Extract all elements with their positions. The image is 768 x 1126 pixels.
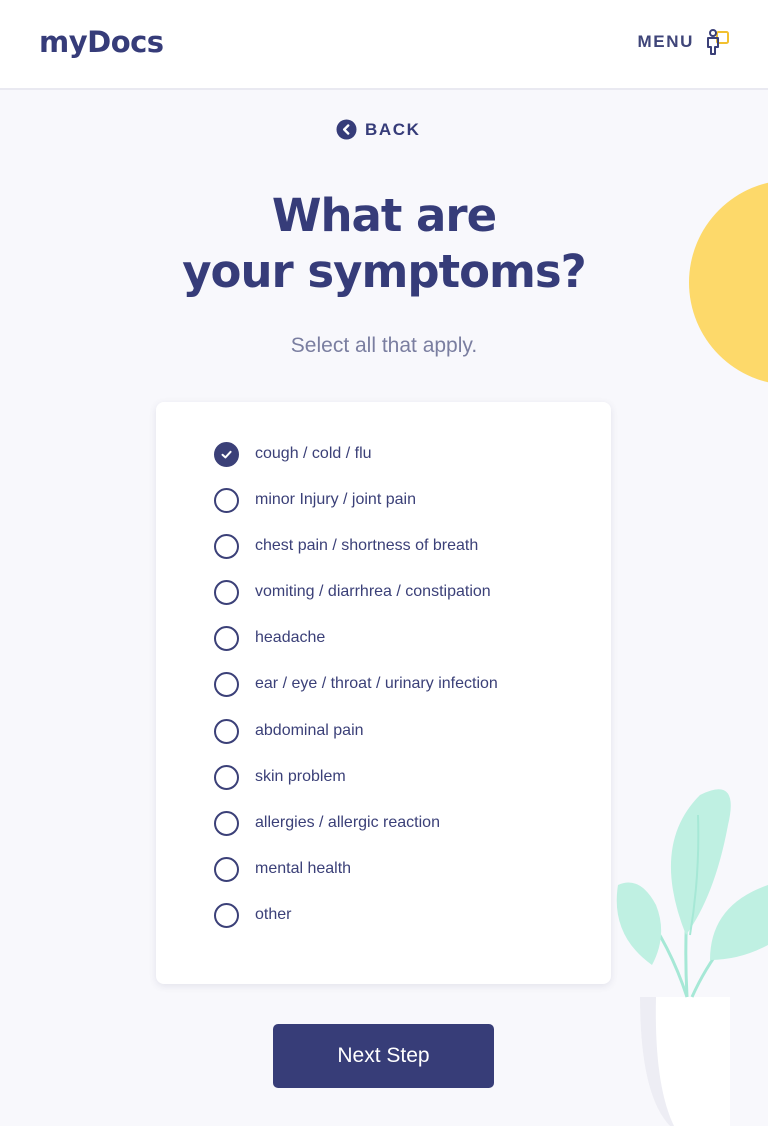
option-label: abdominal pain (255, 722, 364, 739)
page-title: What are your symptoms? (0, 188, 768, 300)
checkbox[interactable] (214, 810, 239, 836)
option-label: ear / eye / throat / urinary infection (255, 675, 498, 692)
checkbox[interactable] (214, 718, 239, 744)
page: myDocs MENU BACK What are your symptoms?… (0, 0, 768, 1126)
symptom-option-minor-injury[interactable]: minor Injury / joint pain (214, 485, 594, 515)
symptom-option-headache[interactable]: headache (214, 623, 594, 653)
checkbox[interactable] (214, 533, 239, 559)
checkbox[interactable] (214, 671, 239, 697)
checkbox[interactable] (214, 487, 239, 513)
symptom-option-skin-problem[interactable]: skin problem (214, 762, 594, 792)
checkbox[interactable] (214, 856, 239, 882)
menu-label: MENU (637, 32, 694, 51)
symptom-option-vomiting[interactable]: vomiting / diarrhrea / constipation (214, 577, 594, 607)
symptom-option-other[interactable]: other (214, 900, 594, 930)
checkbox[interactable] (214, 764, 239, 790)
option-label: skin problem (255, 768, 346, 785)
page-subtitle: Select all that apply. (290, 334, 478, 357)
option-label: other (255, 906, 292, 923)
symptom-option-mental-health[interactable]: mental health (214, 854, 594, 884)
option-label: mental health (255, 860, 352, 877)
checkmark-icon (221, 450, 232, 458)
option-label: vomiting / diarrhrea / constipation (255, 583, 491, 600)
option-label: headache (255, 629, 326, 646)
option-label: allergies / allergic reaction (255, 814, 440, 831)
option-label: minor Injury / joint pain (255, 491, 416, 508)
menu-button[interactable]: MENU (638, 28, 730, 56)
page-title-line-2: your symptoms? (182, 245, 587, 298)
symptom-option-abdominal-pain[interactable]: abdominal pain (214, 716, 594, 746)
page-title-line-1: What are (271, 189, 497, 242)
option-label: chest pain / shortness of breath (255, 537, 479, 554)
back-label: BACK (365, 119, 421, 139)
checkbox[interactable] (214, 902, 239, 928)
chevron-left-circle-icon (336, 119, 357, 140)
checkbox[interactable] (214, 625, 239, 651)
plant-illustration (616, 789, 768, 1126)
symptom-option-cough-cold-flu[interactable]: cough / cold / flu (214, 439, 594, 469)
top-header: myDocs MENU (0, 0, 768, 90)
symptoms-card: cough / cold / flu minor Injury / joint … (156, 402, 611, 984)
next-step-button[interactable]: Next Step (273, 1024, 494, 1088)
logo[interactable]: myDocs (39, 25, 164, 59)
symptom-option-allergies[interactable]: allergies / allergic reaction (214, 808, 594, 838)
symptom-option-chest-pain[interactable]: chest pain / shortness of breath (214, 531, 594, 561)
person-chat-icon (707, 29, 729, 55)
checkbox[interactable] (214, 579, 239, 605)
symptom-option-infection[interactable]: ear / eye / throat / urinary infection (214, 669, 594, 699)
option-label: cough / cold / flu (255, 445, 372, 462)
back-link[interactable]: BACK (336, 119, 421, 140)
checkbox-checked[interactable] (214, 441, 239, 467)
